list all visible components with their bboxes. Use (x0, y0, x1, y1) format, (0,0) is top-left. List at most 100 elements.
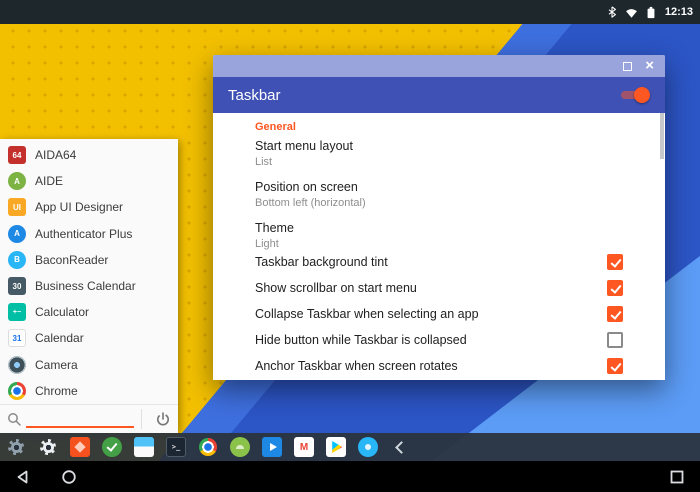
start-menu-app-list: AIDA64 AIDE App UI Designer Authenticator P… (0, 139, 178, 404)
setting-item[interactable]: ThemeLight (255, 221, 623, 251)
taskbar-app-green-check[interactable] (101, 433, 123, 461)
search-icon (7, 412, 22, 427)
start-menu-app[interactable]: Calendar (0, 325, 178, 351)
scrollbar[interactable] (660, 113, 664, 159)
recents-square-icon (669, 469, 685, 485)
checkbox[interactable] (607, 358, 623, 374)
play-store-icon (326, 437, 346, 457)
setting-title: Anchor Taskbar when screen rotates (255, 359, 607, 374)
taskbar-app-play-store[interactable] (325, 433, 347, 461)
setting-item[interactable]: Start menu layoutList (255, 139, 623, 169)
settings-list: Start menu layoutList Position on screenB… (255, 139, 623, 379)
setting-checkbox-row[interactable]: Show scrollbar on start menu (255, 275, 623, 301)
app-label: AIDE (35, 174, 63, 188)
taskbar-enable-toggle[interactable] (618, 87, 650, 103)
start-menu-app[interactable]: Calculator (0, 299, 178, 325)
setting-checkbox-row[interactable]: Hide button while Taskbar is collapsed (255, 327, 623, 353)
setting-title: Theme (255, 221, 623, 236)
maximize-window-icon[interactable] (623, 62, 632, 71)
taskbar-app-terminal[interactable] (165, 433, 187, 461)
app-label: Calculator (35, 305, 89, 319)
checkbox[interactable] (607, 254, 623, 270)
taskbar-app-chrome[interactable] (197, 433, 219, 461)
app-label: Calendar (35, 331, 84, 345)
checkbox[interactable] (607, 280, 623, 296)
business-calendar-icon (8, 277, 26, 295)
start-menu-app[interactable]: Camera (0, 352, 178, 378)
cast-app-icon (262, 437, 282, 457)
taskbar-app-settings[interactable] (37, 433, 59, 461)
setting-checkbox-row[interactable]: Anchor Taskbar when screen rotates (255, 353, 623, 379)
app-ui-designer-icon (8, 198, 26, 216)
taskbar-app-cast[interactable] (261, 433, 283, 461)
file-manager-app-icon (134, 437, 154, 457)
power-button[interactable] (155, 411, 171, 427)
taskbar-app-android[interactable] (229, 433, 251, 461)
window-titlebar[interactable]: × (213, 55, 665, 77)
start-menu-app[interactable]: AIDA64 (0, 142, 178, 168)
checkbox[interactable] (607, 332, 623, 348)
gmail-icon (294, 437, 314, 457)
start-menu: AIDA64 AIDE App UI Designer Authenticator P… (0, 139, 178, 433)
section-header-general: General (255, 121, 623, 133)
setting-item[interactable]: Position on screenBottom left (horizonta… (255, 180, 623, 210)
taskbar-app-gmail[interactable] (293, 433, 315, 461)
checkbox[interactable] (607, 306, 623, 322)
collapse-taskbar-button[interactable] (389, 433, 411, 461)
power-icon (155, 411, 171, 427)
start-menu-app[interactable]: Business Calendar (0, 273, 178, 299)
android-app-icon (230, 437, 250, 457)
authenticator-plus-icon (8, 225, 26, 243)
window-toolbar: Taskbar (213, 77, 665, 113)
start-menu-search-row (0, 404, 178, 433)
wifi-icon (624, 6, 639, 19)
app-label: AIDA64 (35, 148, 76, 162)
start-menu-app[interactable]: BaconReader (0, 247, 178, 273)
start-menu-app[interactable]: Chrome (0, 378, 178, 404)
recents-button[interactable] (667, 467, 687, 487)
start-button[interactable] (5, 433, 27, 461)
app-label: BaconReader (35, 253, 108, 267)
status-time: 12:13 (665, 6, 693, 18)
search-input[interactable] (26, 426, 134, 428)
setting-title: Hide button while Taskbar is collapsed (255, 333, 607, 348)
battery-icon (645, 5, 657, 20)
android-screen: 12:13 × Taskbar General Start menu layou… (0, 0, 700, 492)
setting-checkbox-row[interactable]: Collapse Taskbar when selecting an app (255, 301, 623, 327)
toggle-thumb (634, 87, 650, 103)
blue-app-icon (358, 437, 378, 457)
start-menu-app[interactable]: AIDE (0, 168, 178, 194)
navigation-bar (0, 461, 700, 492)
setting-checkbox-row[interactable]: Taskbar background tint (255, 249, 623, 275)
close-window-icon[interactable]: × (645, 59, 654, 73)
taskbar-app-file-manager[interactable] (133, 433, 155, 461)
chrome-icon (8, 382, 26, 400)
setting-title: Collapse Taskbar when selecting an app (255, 307, 607, 322)
back-button[interactable] (13, 467, 33, 487)
baconreader-icon (8, 251, 26, 269)
start-gear-icon (6, 437, 26, 457)
back-triangle-icon (15, 469, 31, 485)
bluetooth-icon (606, 5, 618, 19)
home-circle-icon (61, 469, 77, 485)
window-title: Taskbar (228, 87, 281, 104)
green-check-app-icon (102, 437, 122, 457)
taskbar-app-blue[interactable] (357, 433, 379, 461)
aida64-icon (8, 146, 26, 164)
home-button[interactable] (59, 467, 79, 487)
app-label: Business Calendar (35, 279, 136, 293)
taskbar-settings-window: × Taskbar General Start menu layoutList P… (213, 55, 665, 380)
start-menu-app[interactable]: App UI Designer (0, 194, 178, 220)
settings-gear-icon (38, 437, 58, 457)
chevron-left-icon (390, 437, 410, 457)
app-label: Chrome (35, 384, 78, 398)
setting-title: Show scrollbar on start menu (255, 281, 607, 296)
terminal-app-icon (166, 437, 186, 457)
calendar-icon (8, 329, 26, 347)
orange-app-icon (70, 437, 90, 457)
camera-icon (8, 356, 26, 374)
settings-content: General Start menu layoutList Position on… (213, 113, 665, 380)
start-menu-app[interactable]: Authenticator Plus (0, 221, 178, 247)
taskbar-app-orange[interactable] (69, 433, 91, 461)
app-label: App UI Designer (35, 200, 123, 214)
